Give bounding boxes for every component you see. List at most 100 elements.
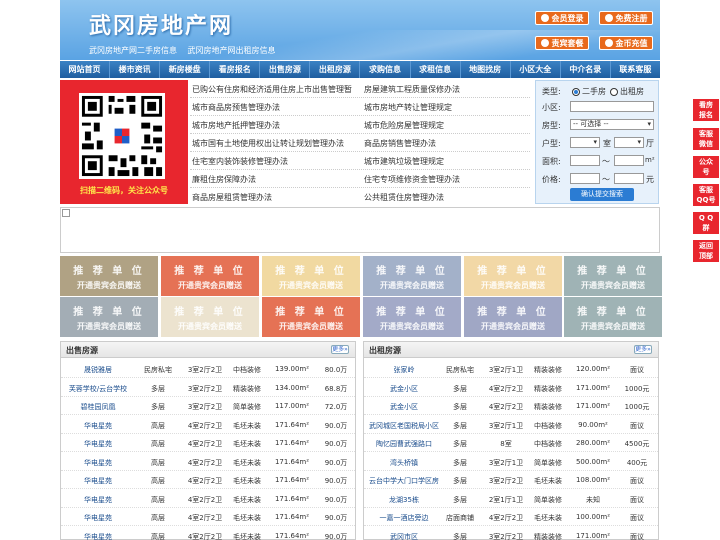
sale-panel-header: 出售房源 更多»	[61, 342, 355, 358]
side-float-button[interactable]: 客服 微信	[693, 128, 719, 150]
nav-wanted-rent[interactable]: 求租信息	[411, 61, 461, 78]
news-item[interactable]: 已购公有住房和经济适用住房上市出售管理暂	[192, 84, 352, 95]
register-label: 免费注册	[615, 13, 648, 23]
side-float-button[interactable]: 返回 顶部	[693, 240, 719, 262]
listing-row[interactable]: 华电星苑 高层 4室2厅2卫 毛坯未装 171.64m² 90.0万	[61, 434, 355, 452]
login-button[interactable]: 会员登录	[535, 11, 589, 25]
recommended-unit-ad[interactable]: 推 荐 单 位开通贵宾会员赠送	[363, 256, 461, 296]
news-item[interactable]: 住宅室内装饰装修管理办法	[192, 156, 288, 167]
listing-cell: 3室2厅1卫	[488, 366, 524, 374]
nav-for-sale[interactable]: 出售房源	[260, 61, 311, 78]
listing-row[interactable]: 湾头桥镇 多层 3室2厅1卫 简单装修 500.00m² 400元	[364, 453, 658, 471]
recommended-unit-ad[interactable]: 推 荐 单 位开通贵宾会员赠送	[464, 297, 562, 337]
recommended-unit-ad[interactable]: 推 荐 单 位开通贵宾会员赠送	[564, 297, 662, 337]
nav-news[interactable]: 楼市资讯	[110, 61, 161, 78]
listing-cell: 面议	[630, 514, 644, 522]
listing-row[interactable]: 武冈市区 多层 3室2厅2卫 精装装修 171.00m² 面议	[364, 527, 658, 540]
news-item[interactable]: 城市国有土地使用权出让转让规划管理办法	[192, 138, 344, 149]
vip-package-button[interactable]: 责宾套餐	[535, 36, 589, 50]
news-item[interactable]: 住宅专项维修资金管理办法	[364, 174, 460, 185]
listing-row[interactable]: 晟锐雅居 民房私宅 3室2厅2卫 中档装修 139.00m² 80.0万	[61, 360, 355, 378]
type-label: 类型:	[542, 87, 561, 96]
news-item[interactable]: 城市建筑垃圾管理规定	[364, 156, 444, 167]
nav-wanted-buy[interactable]: 求购信息	[360, 61, 411, 78]
register-button[interactable]: 免费注册	[599, 11, 653, 25]
listing-row[interactable]: 华电星苑 高层 4室2厅2卫 毛坯未装 171.64m² 90.0万	[61, 527, 355, 540]
nav-new-homes[interactable]: 新房楼盘	[160, 61, 211, 78]
nav-map-search[interactable]: 地图找房	[461, 61, 511, 78]
room-select[interactable]: ▾	[570, 137, 600, 148]
listing-row[interactable]: 芙蓉学校/云台学校 多层 3室2厅2卫 精装装修 134.00m² 68.8万	[61, 379, 355, 397]
listing-row[interactable]: 武金小区 多层 4室2厅2卫 精装装修 171.00m² 1000元	[364, 379, 658, 397]
size-min-input[interactable]	[570, 155, 600, 166]
recommended-unit-ad[interactable]: 推 荐 单 位开通贵宾会员赠送	[464, 256, 562, 296]
listing-row[interactable]: 陶忆园曹武强路口 多层 8室 中档装修 280.00m² 4500元	[364, 434, 658, 452]
news-item[interactable]: 廉租住房保障办法	[192, 174, 256, 185]
recommended-unit-ad[interactable]: 推 荐 单 位开通贵宾会员赠送	[60, 256, 158, 296]
vip-package-label: 责宾套餐	[551, 38, 584, 48]
listing-row[interactable]: 华电星苑 高层 4室2厅2卫 毛坯未装 171.64m² 90.0万	[61, 471, 355, 489]
style-select[interactable]: -- 可选择 -- ▾	[570, 119, 654, 130]
side-float-button[interactable]: 看房 报名	[693, 99, 719, 121]
nav-agents[interactable]: 中介名录	[561, 61, 611, 78]
recommended-unit-ad[interactable]: 推 荐 单 位开通贵宾会员赠送	[161, 297, 259, 337]
nav-home[interactable]: 网站首页	[60, 61, 111, 78]
recommended-unit-ad[interactable]: 推 荐 单 位开通贵宾会员赠送	[161, 256, 259, 296]
listing-row[interactable]: 武金小区 多层 4室2厅2卫 精装装修 171.00m² 1000元	[364, 397, 658, 415]
main-nav: 网站首页 楼市资讯 新房楼盘 看房报名 出售房源 出租房源 求购信息 求租信息 …	[60, 61, 660, 78]
listing-row[interactable]: 华电星苑 高层 4室2厅2卫 毛坯未装 171.64m² 90.0万	[61, 453, 355, 471]
coin-recharge-button[interactable]: 金币充值	[599, 36, 653, 50]
listing-cell: 90.0万	[324, 495, 348, 504]
side-float-button[interactable]: Q Q 群	[693, 212, 719, 234]
search-submit-button[interactable]: 确认提交搜索	[570, 188, 634, 201]
site-title[interactable]: 武冈房地产网	[89, 8, 233, 40]
listing-row[interactable]: 碧桂园凤凰 多层 3室2厅2卫 简单装修 117.00m² 72.0万	[61, 397, 355, 415]
recommended-unit-ad[interactable]: 推 荐 单 位开通贵宾会员赠送	[564, 256, 662, 296]
news-item[interactable]: 房屋建筑工程质量保修办法	[364, 84, 460, 95]
ad-subtitle: 开通贵宾会员赠送	[380, 321, 444, 331]
news-item[interactable]: 城市危险房屋管理规定	[364, 120, 444, 131]
listing-row[interactable]: 华电星苑 高层 4室2厅2卫 毛坯未装 171.64m² 90.0万	[61, 416, 355, 434]
listing-cell: 171.64m²	[274, 439, 310, 447]
sale-panel-title: 出售房源	[66, 346, 98, 355]
listing-row[interactable]: 华电星苑 高层 4室2厅2卫 毛坯未装 171.64m² 90.0万	[61, 508, 355, 526]
listing-cell: 多层	[453, 403, 467, 411]
sale-more-button[interactable]: 更多»	[331, 345, 349, 354]
radio-rental[interactable]	[610, 87, 618, 96]
recommended-unit-ad[interactable]: 推 荐 单 位开通贵宾会员赠送	[262, 297, 360, 337]
nav-viewing-signup[interactable]: 看房报名	[210, 61, 261, 78]
banner-ad[interactable]	[60, 207, 660, 253]
news-item[interactable]: 商品房屋租赁管理办法	[192, 192, 272, 203]
listing-row[interactable]: 云台中学大门口学区房 多层 3室2厅2卫 毛坯未装 108.00m² 面议	[364, 471, 658, 489]
news-item[interactable]: 商品房销售管理办法	[364, 138, 436, 149]
listing-cell: 4室2厅2卫	[187, 458, 223, 467]
recommended-unit-ad[interactable]: 推 荐 单 位开通贵宾会员赠送	[60, 297, 158, 337]
news-item[interactable]: 城市房地产转让管理规定	[364, 102, 452, 113]
nav-for-rent[interactable]: 出租房源	[310, 61, 361, 78]
listing-cell: 高层	[151, 421, 165, 430]
header-link-sale[interactable]: 武冈房地产网二手房信息	[89, 46, 177, 55]
rent-more-button[interactable]: 更多»	[634, 345, 652, 354]
nav-contact[interactable]: 联系客服	[611, 61, 660, 78]
size-max-input[interactable]	[614, 155, 644, 166]
news-item[interactable]: 城市房地产抵押管理办法	[192, 120, 280, 131]
listing-row[interactable]: 华电星苑 高层 4室2厅2卫 毛坯未装 171.64m² 90.0万	[61, 490, 355, 508]
listing-row[interactable]: 一嘉一酒店旁边 店面商铺 4室2厅2卫 毛坯未装 100.00m² 面议	[364, 508, 658, 526]
news-item[interactable]: 城市商品房预售管理办法	[192, 102, 280, 113]
side-float-button[interactable]: 客服 QQ号	[693, 184, 719, 206]
community-input[interactable]	[570, 101, 654, 112]
side-float-button[interactable]: 公众号	[693, 156, 719, 178]
price-max-input[interactable]	[614, 173, 644, 184]
price-min-input[interactable]	[570, 173, 600, 184]
hall-select[interactable]: ▾	[614, 137, 644, 148]
recommended-unit-ad[interactable]: 推 荐 单 位开通贵宾会员赠送	[363, 297, 461, 337]
recommended-unit-ad[interactable]: 推 荐 单 位开通贵宾会员赠送	[262, 256, 360, 296]
header-link-rent[interactable]: 武冈房地产网出租房信息	[188, 46, 276, 55]
listing-row[interactable]: 龙湖35栋 多层 2室1厅1卫 简单装修 未知 面议	[364, 490, 658, 508]
nav-communities[interactable]: 小区大全	[511, 61, 561, 78]
radio-second-hand[interactable]	[572, 87, 580, 96]
ad-subtitle: 开通贵宾会员赠送	[178, 321, 242, 331]
listing-row[interactable]: 张家岭 民房私宅 3室2厅1卫 精装装修 120.00m² 面议	[364, 360, 658, 378]
news-item[interactable]: 公共租赁住房管理办法	[364, 192, 444, 203]
listing-row[interactable]: 武冈城区老国税局小区 多层 3室2厅1卫 中档装修 90.00m² 面议	[364, 416, 658, 434]
